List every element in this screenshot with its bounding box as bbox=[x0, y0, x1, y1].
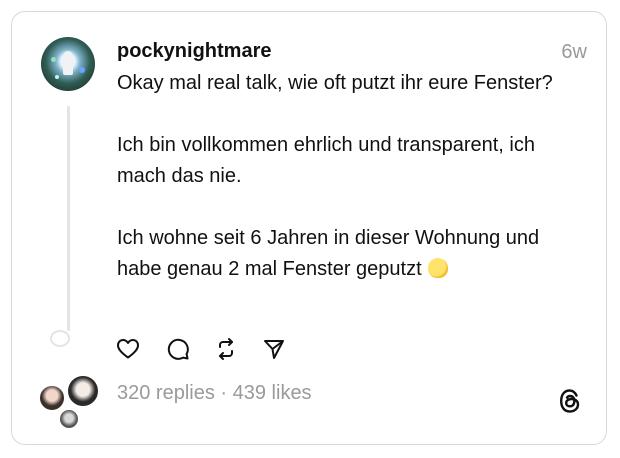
avatar-figure bbox=[63, 51, 73, 75]
thread-line bbox=[67, 106, 70, 331]
post-paragraph: Ich wohne seit 6 Jahren in dieser Wohnun… bbox=[117, 223, 557, 285]
replier-avatar bbox=[38, 384, 66, 412]
replies-count[interactable]: 320 replies bbox=[117, 382, 215, 404]
author-username[interactable]: pockynightmare bbox=[117, 40, 271, 63]
heart-icon[interactable] bbox=[116, 337, 140, 361]
post-stats: 320 replies · 439 likes bbox=[117, 382, 312, 405]
replier-avatar bbox=[58, 408, 80, 430]
post-timestamp[interactable]: 6w bbox=[561, 41, 587, 64]
post-paragraph-text: Ich wohne seit 6 Jahren in dieser Wohnun… bbox=[117, 227, 540, 280]
avatar-sparkle bbox=[55, 75, 59, 79]
threads-logo-icon[interactable] bbox=[558, 388, 582, 414]
likes-count[interactable]: 439 likes bbox=[233, 382, 312, 404]
replier-avatar bbox=[66, 374, 100, 408]
melting-face-emoji-icon bbox=[427, 258, 448, 278]
post-paragraph: Okay mal real talk, wie oft putzt ihr eu… bbox=[117, 72, 553, 94]
avatar-sparkle bbox=[51, 57, 56, 62]
avatar-sparkle bbox=[79, 67, 85, 73]
post-paragraph: Ich bin vollkommen ehrlich und transpare… bbox=[117, 134, 535, 187]
post-body: Okay mal real talk, wie oft putzt ihr eu… bbox=[117, 68, 557, 285]
thread-loop-icon bbox=[50, 330, 70, 347]
stats-separator: · bbox=[214, 382, 233, 404]
comment-icon[interactable] bbox=[166, 337, 190, 361]
author-avatar[interactable] bbox=[41, 37, 95, 91]
repost-icon[interactable] bbox=[214, 337, 238, 361]
send-icon[interactable] bbox=[262, 337, 286, 361]
